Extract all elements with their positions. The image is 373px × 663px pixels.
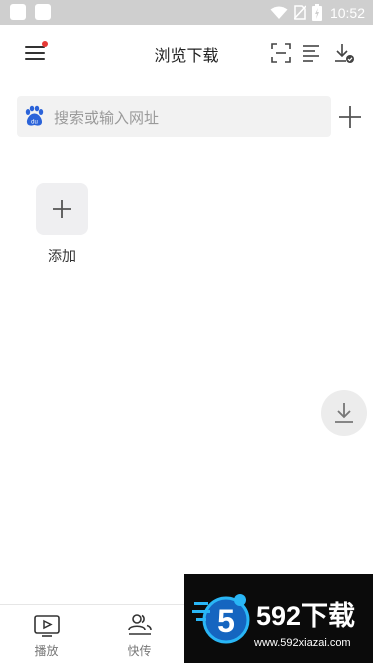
tab-play-label: 播放: [34, 644, 59, 658]
tab-transfer[interactable]: 快传: [93, 605, 186, 663]
plus-icon: [339, 106, 361, 128]
notification-app-icon: [35, 4, 51, 20]
search-input[interactable]: du 搜索或输入网址: [17, 96, 331, 137]
battery-icon: [311, 4, 322, 21]
download-manager-icon: [335, 44, 354, 63]
download-icon: [335, 403, 353, 423]
list-button[interactable]: [301, 42, 323, 64]
svg-text:du: du: [31, 120, 38, 126]
scan-button[interactable]: [270, 42, 292, 64]
status-time: 10:52: [329, 4, 365, 21]
no-sim-icon: [293, 5, 306, 20]
list-icon: [303, 45, 319, 62]
download-manager-button[interactable]: [333, 42, 355, 64]
plus-icon: [53, 200, 71, 218]
tab-play[interactable]: 播放: [0, 605, 93, 663]
floating-download-button[interactable]: [321, 390, 367, 436]
watermark: 5 592下载 www.592xiazai.com: [184, 574, 373, 663]
watermark-url: www.592xiazai.com: [254, 637, 351, 649]
users-transfer-icon: [128, 614, 152, 635]
new-tab-button[interactable]: [337, 104, 363, 130]
wifi-icon: [270, 6, 288, 19]
add-shortcut-button[interactable]: [36, 183, 88, 235]
app-header: 浏览下载: [0, 25, 373, 83]
watermark-brand: 592下载: [256, 601, 356, 631]
baidu-icon: du: [25, 105, 44, 126]
watermark-logo: 5: [192, 594, 250, 644]
add-shortcut-label: 添加: [48, 249, 76, 265]
scan-icon: [271, 43, 291, 63]
tab-transfer-label: 快传: [127, 644, 152, 658]
svg-text:5: 5: [217, 603, 235, 639]
notification-app-icon: [10, 4, 26, 20]
status-bar: 10:52: [0, 0, 373, 25]
search-placeholder: 搜索或输入网址: [54, 109, 160, 127]
play-video-icon: [34, 615, 60, 637]
